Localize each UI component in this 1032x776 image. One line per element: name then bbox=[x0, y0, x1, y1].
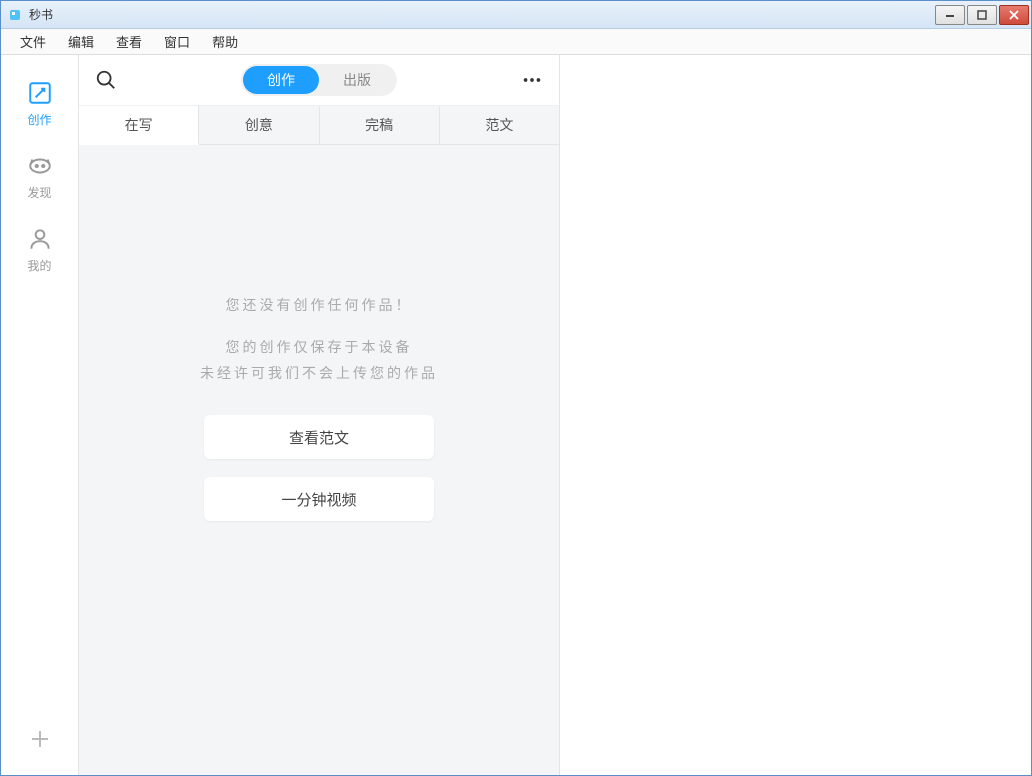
panel-header: 创作 出版 在写 创意 完稿 范文 bbox=[79, 55, 559, 145]
segmented-control: 创作 出版 bbox=[241, 64, 397, 96]
sidebar-item-discover[interactable]: 发现 bbox=[1, 138, 78, 211]
minimize-button[interactable] bbox=[935, 5, 965, 25]
titlebar: 秒书 bbox=[1, 1, 1031, 29]
view-samples-button[interactable]: 查看范文 bbox=[204, 415, 434, 459]
menu-file[interactable]: 文件 bbox=[9, 29, 57, 54]
app-body: 创作 发现 我的 bbox=[1, 55, 1031, 775]
compose-icon bbox=[26, 79, 54, 107]
tabs-row: 在写 创意 完稿 范文 bbox=[79, 105, 559, 145]
tab-writing[interactable]: 在写 bbox=[79, 106, 199, 145]
more-button[interactable] bbox=[511, 69, 543, 91]
menu-help[interactable]: 帮助 bbox=[201, 29, 249, 54]
sidebar: 创作 发现 我的 bbox=[1, 55, 79, 775]
empty-state-line1: 您的创作仅保存于本设备 bbox=[226, 337, 413, 357]
close-button[interactable] bbox=[999, 5, 1029, 25]
sidebar-bottom bbox=[1, 703, 78, 775]
right-panel bbox=[560, 55, 1031, 775]
menu-view[interactable]: 查看 bbox=[105, 29, 153, 54]
panel-top-row: 创作 出版 bbox=[79, 55, 559, 105]
empty-state-line2: 未经许可我们不会上传您的作品 bbox=[200, 363, 438, 383]
one-minute-video-button[interactable]: 一分钟视频 bbox=[204, 477, 434, 521]
menu-window[interactable]: 窗口 bbox=[153, 29, 201, 54]
sidebar-item-compose[interactable]: 创作 bbox=[1, 65, 78, 138]
search-button[interactable] bbox=[95, 69, 127, 91]
segmented-create[interactable]: 创作 bbox=[243, 66, 319, 94]
add-button[interactable] bbox=[24, 723, 56, 755]
empty-state-primary: 您还没有创作任何作品！ bbox=[226, 295, 413, 315]
action-buttons: 查看范文 一分钟视频 bbox=[204, 415, 434, 521]
window-controls bbox=[935, 5, 1031, 25]
sidebar-item-label: 发现 bbox=[27, 184, 51, 201]
menubar: 文件 编辑 查看 窗口 帮助 bbox=[1, 29, 1031, 55]
discover-icon bbox=[26, 152, 54, 180]
tab-samples[interactable]: 范文 bbox=[440, 106, 559, 144]
sidebar-item-label: 我的 bbox=[27, 257, 51, 274]
app-icon bbox=[7, 7, 23, 23]
middle-panel: 创作 出版 在写 创意 完稿 范文 您还没有创作任何作品！ 您的创作仅保存于本设… bbox=[79, 55, 560, 775]
menu-edit[interactable]: 编辑 bbox=[57, 29, 105, 54]
sidebar-item-profile[interactable]: 我的 bbox=[1, 211, 78, 284]
window-title: 秒书 bbox=[29, 6, 53, 23]
titlebar-left: 秒书 bbox=[7, 6, 53, 23]
sidebar-item-label: 创作 bbox=[27, 111, 51, 128]
profile-icon bbox=[26, 225, 54, 253]
tab-finished[interactable]: 完稿 bbox=[320, 106, 440, 144]
content-area: 您还没有创作任何作品！ 您的创作仅保存于本设备 未经许可我们不会上传您的作品 查… bbox=[79, 145, 559, 775]
segmented-publish[interactable]: 出版 bbox=[319, 66, 395, 94]
maximize-button[interactable] bbox=[967, 5, 997, 25]
tab-ideas[interactable]: 创意 bbox=[199, 106, 319, 144]
sidebar-top: 创作 发现 我的 bbox=[1, 55, 78, 703]
